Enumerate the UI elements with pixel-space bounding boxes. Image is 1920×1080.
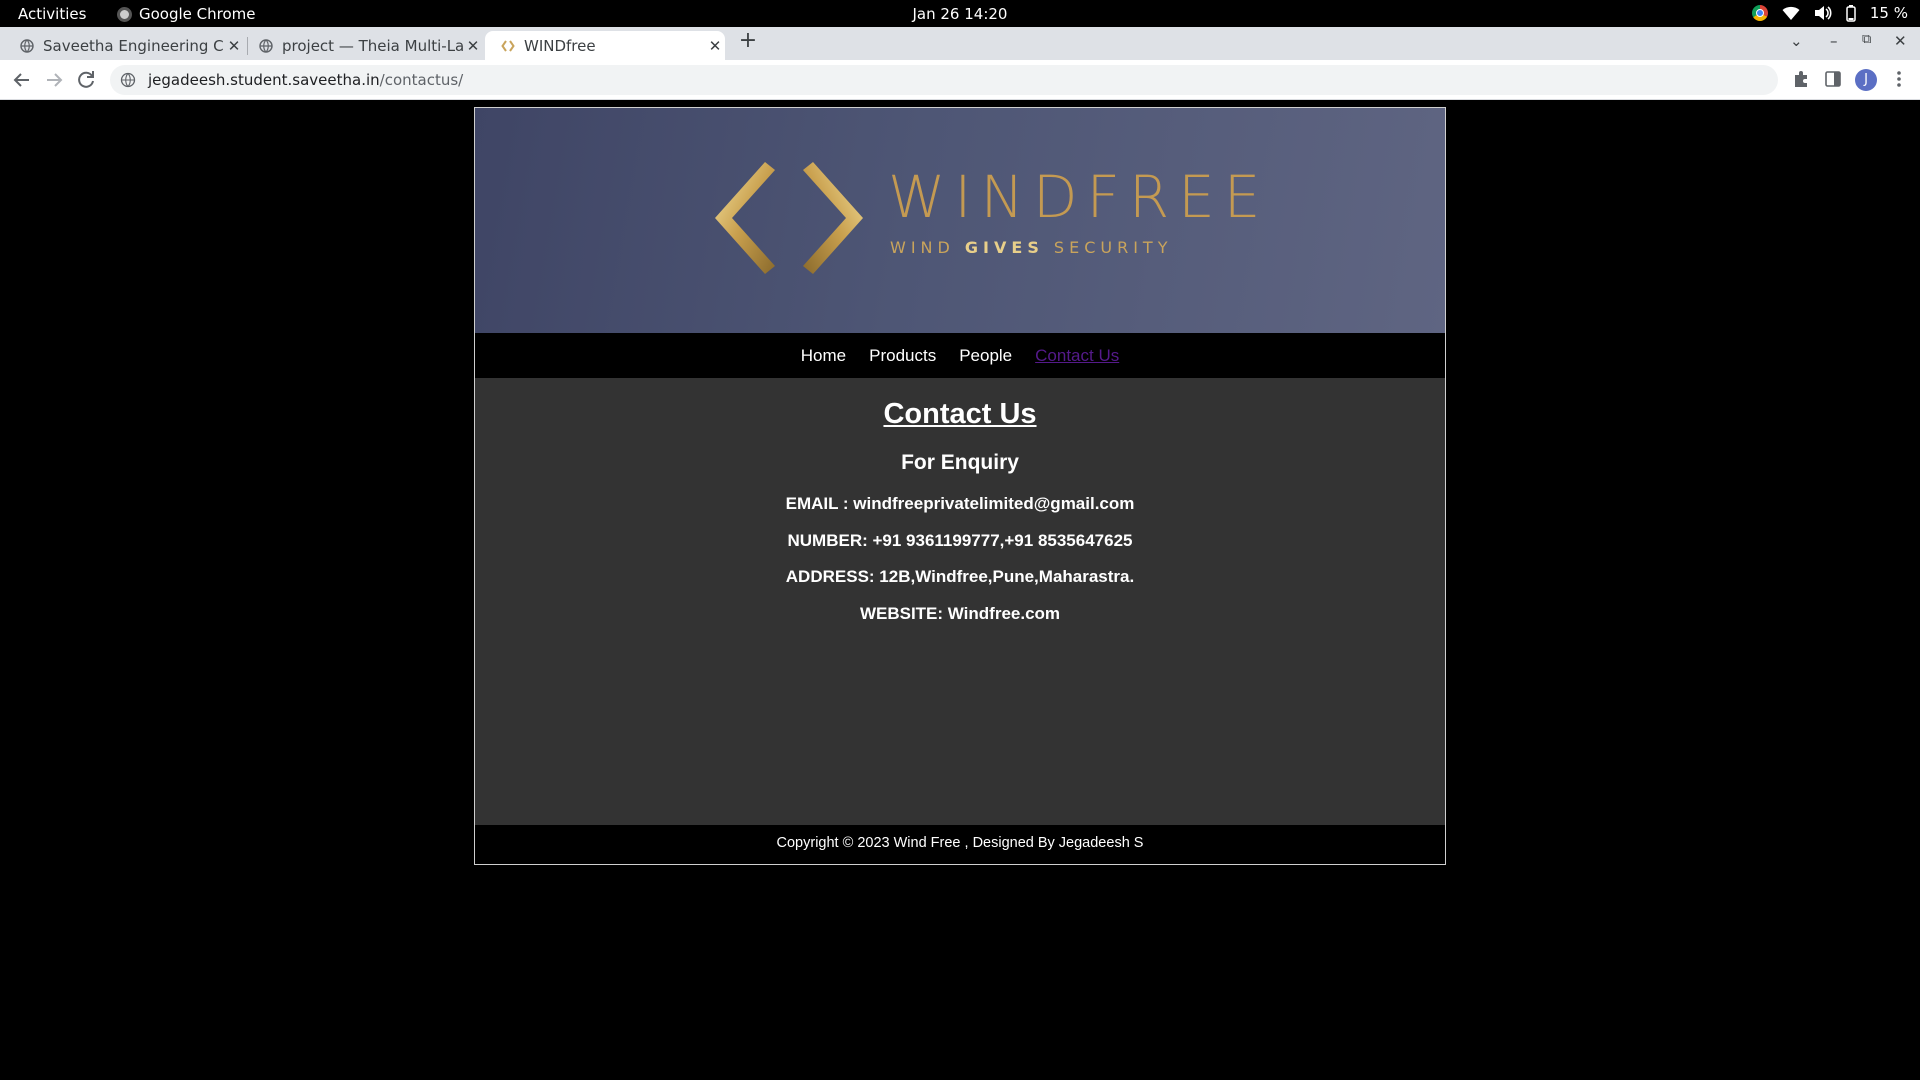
new-tab-button[interactable]: +: [737, 30, 759, 53]
system-top-bar: Activities Google Chrome Jan 26 14:20 15…: [0, 0, 1920, 27]
extensions-icon[interactable]: [1792, 69, 1810, 89]
tab-title: Saveetha Engineering Co: [43, 36, 224, 55]
site-container: WINDFREE WIND GIVES SECURITY Home Produc…: [474, 107, 1446, 865]
tab-strip: Saveetha Engineering Co ✕ project — Thei…: [0, 27, 1920, 60]
forward-icon[interactable]: [42, 68, 66, 92]
browser-toolbar: jegadeesh.student.saveetha.in/contactus/: [0, 60, 1920, 100]
tab-title: WINDfree: [524, 36, 596, 55]
windfree-favicon: [501, 39, 515, 52]
brand-tagline: WIND GIVES SECURITY: [890, 238, 1172, 257]
nav-products-link[interactable]: Products: [869, 346, 936, 366]
restore-icon[interactable]: ⧉: [1862, 32, 1871, 47]
minimize-icon[interactable]: –: [1830, 32, 1838, 50]
tab-saveetha[interactable]: Saveetha Engineering Co ✕: [4, 31, 244, 60]
address-bar[interactable]: jegadeesh.student.saveetha.in/contactus/: [110, 65, 1778, 95]
contact-section: Contact Us For Enquiry EMAIL : windfreep…: [475, 378, 1445, 825]
reload-icon[interactable]: [74, 68, 98, 92]
system-tray[interactable]: 15 %: [1751, 4, 1908, 22]
nav-people-link[interactable]: People: [959, 346, 1012, 366]
side-panel-icon[interactable]: [1824, 69, 1842, 89]
windfree-logo-icon: [715, 162, 863, 274]
header-banner: WINDFREE WIND GIVES SECURITY: [475, 108, 1445, 333]
activities-button[interactable]: Activities: [18, 5, 86, 23]
tab-close-icon[interactable]: ✕: [705, 37, 725, 55]
tagline-part: SECURITY: [1043, 238, 1173, 257]
site-info-icon[interactable]: [120, 72, 136, 88]
tab-search-chevron-icon[interactable]: ⌄: [1790, 32, 1803, 50]
url-host: jegadeesh.student.saveetha.in: [148, 71, 380, 89]
tagline-part: WIND: [890, 238, 965, 257]
tagline-emphasis: GIVES: [964, 238, 1044, 257]
close-window-icon[interactable]: ✕: [1894, 32, 1907, 50]
contact-number: NUMBER: +91 9361199777,+91 8535647625: [787, 531, 1133, 550]
battery-percent: 15 %: [1869, 4, 1908, 22]
profile-avatar[interactable]: J: [1855, 69, 1877, 91]
tab-windfree[interactable]: WINDfree ✕: [485, 31, 725, 60]
battery-icon: [1846, 4, 1856, 22]
tab-title: project — Theia Multi-Lan: [282, 36, 463, 55]
site-footer: Copyright © 2023 Wind Free , Designed By…: [475, 825, 1445, 864]
contact-address: ADDRESS: 12B,Windfree,Pune,Maharastra.: [785, 567, 1135, 586]
chrome-tray-icon[interactable]: [1751, 5, 1768, 21]
nav-contact-link[interactable]: Contact Us: [1035, 346, 1119, 366]
clock[interactable]: Jan 26 14:20: [0, 5, 1920, 23]
enquiry-heading: For Enquiry: [901, 451, 1019, 474]
contact-email: EMAIL : windfreeprivatelimited@gmail.com: [785, 494, 1135, 513]
wifi-icon: [1782, 6, 1800, 20]
page-viewport: WINDFREE WIND GIVES SECURITY Home Produc…: [0, 101, 1920, 1080]
tab-project-theia[interactable]: project — Theia Multi-Lan ✕: [243, 31, 483, 60]
back-icon[interactable]: [10, 68, 34, 92]
tab-close-icon[interactable]: ✕: [224, 37, 244, 55]
contact-website: WEBSITE: Windfree.com: [859, 604, 1061, 623]
globe-icon: [259, 38, 273, 53]
app-menu[interactable]: Google Chrome: [117, 5, 256, 23]
more-menu-icon[interactable]: [1890, 69, 1908, 89]
tab-close-icon[interactable]: ✕: [463, 37, 483, 55]
main-nav: Home Products People Contact Us: [475, 333, 1445, 378]
nav-home-link[interactable]: Home: [801, 346, 846, 366]
brand-name: WINDFREE: [888, 163, 1270, 231]
globe-icon: [20, 38, 34, 53]
volume-icon: [1814, 6, 1832, 20]
app-name: Google Chrome: [139, 5, 256, 23]
url-path: /contactus/: [379, 71, 464, 89]
chrome-app-icon: [117, 6, 132, 22]
page-title: Contact Us: [883, 398, 1037, 430]
